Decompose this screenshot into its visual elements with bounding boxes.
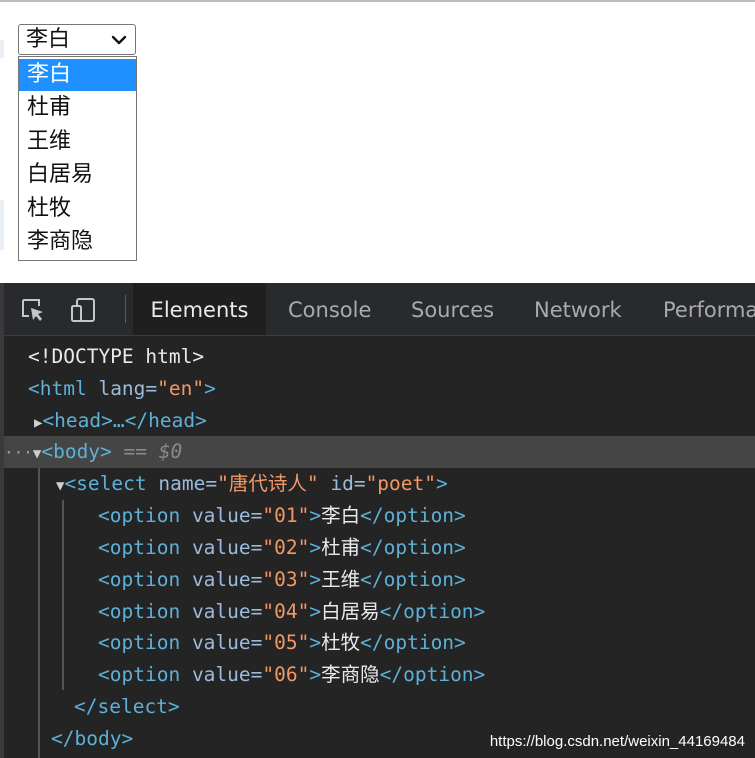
option-text: 李白 (321, 504, 361, 527)
option-baijuyi[interactable]: 白居易 (19, 158, 136, 192)
body-tag: <body> (41, 440, 112, 463)
gutter-mark (0, 200, 4, 250)
dom-line-head[interactable]: ▶<head>…</head> (4, 405, 755, 437)
chevron-down-icon (111, 34, 127, 46)
inspect-element-icon[interactable] (20, 297, 46, 327)
option-text: 白居易 (321, 600, 380, 623)
doctype-text: <!DOCTYPE html> (28, 345, 205, 368)
option-attr-value: "05" (262, 631, 310, 654)
dom-line-option[interactable]: <option value="03">王维</option> (4, 564, 755, 596)
dom-line-option[interactable]: <option value="06">李商隐</option> (4, 659, 755, 691)
option-attr-value: "02" (262, 536, 310, 559)
option-attr-value: "04" (262, 600, 310, 623)
option-attr-name: value (191, 536, 251, 559)
device-toggle-icon[interactable] (70, 297, 98, 327)
option-close-tag: </option> (360, 504, 466, 527)
dom-line-select[interactable]: ▼<select name="唐代诗人" id="poet"> (4, 468, 755, 500)
option-close-tag: </option> (360, 631, 466, 654)
html-tag: <html (28, 377, 87, 400)
select-name-attr: name (158, 472, 206, 495)
option-text: 王维 (321, 568, 361, 591)
select-close-tag: </select> (74, 695, 180, 718)
tree-guide-line (62, 500, 64, 690)
dom-line-body[interactable]: ···▼<body> == $0 (4, 436, 755, 468)
dom-line-select-close[interactable]: </select> (4, 691, 755, 723)
select-name-value: "唐代诗人" (217, 472, 319, 495)
dom-line-html[interactable]: <html lang="en"> (4, 373, 755, 405)
tab-performance[interactable]: Performa (663, 283, 755, 335)
option-libai[interactable]: 李白 (19, 59, 136, 91)
select-dropdown-list: 李白 杜甫 王维 白居易 杜牧 李商隐 (18, 56, 137, 261)
option-dumu[interactable]: 杜牧 (19, 192, 136, 226)
dom-line-option[interactable]: <option value="01">李白</option> (4, 500, 755, 532)
poet-select[interactable]: 李白 (18, 24, 136, 55)
option-attr-name: value (191, 568, 251, 591)
head-tag: <head>…</head> (42, 409, 207, 432)
dom-line-doctype[interactable]: <!DOCTYPE html> (4, 341, 755, 373)
dom-line-option[interactable]: <option value="02">杜甫</option> (4, 532, 755, 564)
top-divider (0, 0, 755, 2)
option-attr-value: "06" (262, 663, 310, 686)
gutter-mark (0, 40, 4, 58)
option-close-tag: </option> (379, 663, 486, 686)
option-lishangyin[interactable]: 李商隐 (19, 225, 136, 259)
watermark-url: https://blog.csdn.net/weixin_44169484 (489, 733, 745, 750)
option-tag: <option (98, 504, 181, 527)
option-wangwei[interactable]: 王维 (19, 125, 136, 159)
devtools-panel: Elements Console Sources Network Perform… (0, 283, 755, 758)
option-attr-value: "01" (262, 504, 310, 527)
dom-line-option[interactable]: <option value="04">白居易</option> (4, 596, 755, 628)
tab-network[interactable]: Network (534, 283, 622, 335)
option-attr-name: value (191, 663, 251, 686)
option-attr-name: value (191, 504, 251, 527)
option-attr-name: value (191, 600, 251, 623)
option-tag: <option (98, 631, 181, 654)
body-close-tag: </body> (51, 727, 134, 750)
tab-console[interactable]: Console (288, 283, 371, 335)
option-text: 杜甫 (321, 536, 361, 559)
selected-marker: == $0 (123, 440, 183, 463)
option-close-tag: </option> (360, 536, 466, 559)
select-id-value: "poet" (365, 472, 437, 495)
devtools-toolbar: Elements Console Sources Network Perform… (4, 283, 755, 336)
option-tag: <option (98, 568, 181, 591)
select-id-attr: id (330, 472, 354, 495)
option-tag: <option (98, 536, 181, 559)
more-dots-icon[interactable]: ··· (4, 443, 33, 462)
option-text: 李商隐 (321, 663, 380, 686)
option-attr-value: "03" (262, 568, 310, 591)
option-text: 杜牧 (321, 631, 361, 654)
option-dufu[interactable]: 杜甫 (19, 91, 136, 125)
option-tag: <option (98, 600, 181, 623)
toolbar-separator (125, 295, 126, 323)
dom-line-option[interactable]: <option value="05">杜牧</option> (4, 627, 755, 659)
html-attr-name: lang (98, 377, 146, 400)
option-tag: <option (98, 663, 181, 686)
html-attr-value: "en" (157, 377, 205, 400)
elements-tree: <!DOCTYPE html> <html lang="en"> ▶<head>… (4, 336, 755, 758)
tab-elements[interactable]: Elements (133, 283, 266, 335)
select-value: 李白 (26, 26, 71, 52)
tree-guide-line (38, 468, 40, 758)
option-attr-name: value (191, 631, 251, 654)
option-close-tag: </option> (360, 568, 466, 591)
option-close-tag: </option> (379, 600, 486, 623)
tab-sources[interactable]: Sources (411, 283, 494, 335)
select-tag: <select (64, 472, 147, 495)
